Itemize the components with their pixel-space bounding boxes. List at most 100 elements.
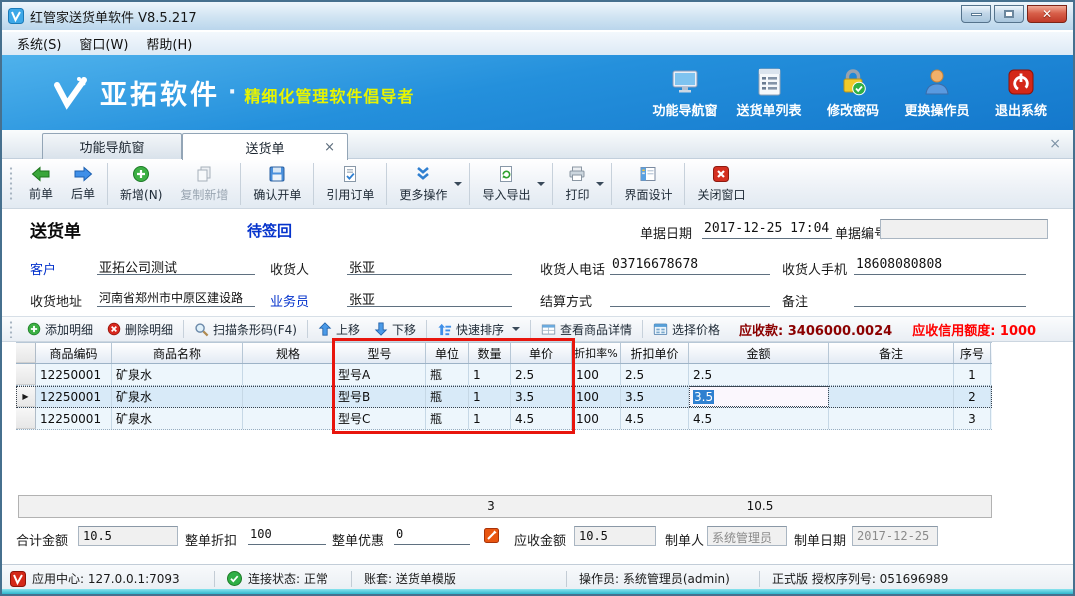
- row-marker[interactable]: [16, 364, 36, 385]
- more-actions-dropdown-icon[interactable]: [454, 182, 462, 186]
- delete-detail-button[interactable]: 删除明细: [100, 319, 180, 340]
- cell-price[interactable]: 4.5: [511, 408, 572, 429]
- tab-nav-window[interactable]: 功能导航窗: [42, 133, 182, 159]
- ui-design-button[interactable]: 界面设计: [615, 163, 681, 205]
- import-export-button[interactable]: 导入导出: [473, 163, 539, 205]
- cell-spec[interactable]: [243, 364, 334, 385]
- cell-qty[interactable]: 1: [469, 386, 511, 407]
- cell-unit[interactable]: 瓶: [426, 364, 469, 385]
- cell-code[interactable]: 12250001: [36, 408, 112, 429]
- cell-discount-rate[interactable]: 100: [572, 408, 621, 429]
- view-product-detail-button[interactable]: 查看商品详情: [534, 319, 639, 340]
- col-header-amount[interactable]: 金额: [689, 343, 829, 363]
- remark-field[interactable]: [854, 287, 1026, 307]
- menu-system[interactable]: 系统(S): [8, 32, 70, 55]
- cell-unit[interactable]: 瓶: [426, 386, 469, 407]
- cell-model[interactable]: 型号B: [334, 386, 426, 407]
- settlement-field[interactable]: [610, 287, 770, 307]
- address-field[interactable]: 河南省郑州市中原区建设路: [97, 287, 255, 307]
- cell-model[interactable]: 型号C: [334, 408, 426, 429]
- cell-qty[interactable]: 1: [469, 408, 511, 429]
- cell-remark[interactable]: [829, 408, 954, 429]
- cell-amount[interactable]: 2.5: [689, 364, 829, 385]
- salesman-label[interactable]: 业务员: [270, 291, 309, 310]
- menu-help[interactable]: 帮助(H): [137, 32, 201, 55]
- menu-window[interactable]: 窗口(W): [70, 32, 137, 55]
- close-all-tabs-icon[interactable]: ×: [1049, 136, 1061, 152]
- doc-date-field[interactable]: 2017-12-25 17:04: [702, 219, 832, 239]
- table-row-selected[interactable]: ▶ 12250001 矿泉水 型号B 瓶 1 3.5 100 3.5 3.5 2: [16, 386, 992, 408]
- promo-edit-icon[interactable]: [484, 528, 499, 543]
- row-marker-current[interactable]: ▶: [16, 386, 36, 407]
- cell-seq[interactable]: 1: [954, 364, 991, 385]
- cell-name[interactable]: 矿泉水: [112, 408, 243, 429]
- close-button[interactable]: ✕: [1027, 5, 1067, 23]
- exit-system-button[interactable]: 退出系统: [979, 67, 1063, 119]
- col-header-remark[interactable]: 备注: [829, 343, 954, 363]
- col-header-code[interactable]: 商品编码: [36, 343, 112, 363]
- cell-remark[interactable]: [829, 386, 954, 407]
- cell-name[interactable]: 矿泉水: [112, 364, 243, 385]
- col-header-spec[interactable]: 规格: [243, 343, 334, 363]
- cell-amount-editing[interactable]: 3.5: [689, 386, 829, 407]
- maximize-button[interactable]: [994, 5, 1024, 23]
- col-header-discount-price[interactable]: 折扣单价: [621, 343, 689, 363]
- move-up-button[interactable]: 上移: [311, 319, 367, 340]
- cell-price[interactable]: 2.5: [511, 364, 572, 385]
- mobile-field[interactable]: 18608080808: [854, 255, 1026, 275]
- minimize-button[interactable]: [961, 5, 991, 23]
- cell-discount-price[interactable]: 2.5: [621, 364, 689, 385]
- select-price-button[interactable]: 选择价格: [646, 319, 727, 340]
- col-header-model[interactable]: 型号: [334, 343, 426, 363]
- col-header-qty[interactable]: 数量: [469, 343, 511, 363]
- col-header-seq[interactable]: 序号: [954, 343, 991, 363]
- prev-doc-button[interactable]: 前单: [20, 164, 62, 204]
- tab-close-icon[interactable]: ×: [324, 140, 335, 155]
- row-marker[interactable]: [16, 408, 36, 429]
- confirm-bill-button[interactable]: 确认开单: [244, 163, 310, 205]
- cell-code[interactable]: 12250001: [36, 364, 112, 385]
- cell-name[interactable]: 矿泉水: [112, 386, 243, 407]
- next-doc-button[interactable]: 后单: [62, 164, 104, 204]
- whole-discount-field[interactable]: 100: [248, 525, 326, 545]
- customer-label[interactable]: 客户: [30, 259, 56, 278]
- cell-code[interactable]: 12250001: [36, 386, 112, 407]
- cell-remark[interactable]: [829, 364, 954, 385]
- cell-unit[interactable]: 瓶: [426, 408, 469, 429]
- import-export-dropdown-icon[interactable]: [537, 182, 545, 186]
- move-down-button[interactable]: 下移: [367, 319, 423, 340]
- print-dropdown-icon[interactable]: [596, 182, 604, 186]
- switch-operator-button[interactable]: 更换操作员: [895, 67, 979, 119]
- quick-sort-button[interactable]: 快速排序: [430, 319, 527, 340]
- print-button[interactable]: 打印: [556, 163, 598, 205]
- col-header-discount-rate[interactable]: 折扣率%: [572, 343, 621, 363]
- cell-spec[interactable]: [243, 386, 334, 407]
- cell-discount-price[interactable]: 4.5: [621, 408, 689, 429]
- cell-qty[interactable]: 1: [469, 364, 511, 385]
- cell-discount-rate[interactable]: 100: [572, 386, 621, 407]
- cell-discount-rate[interactable]: 100: [572, 364, 621, 385]
- cell-amount[interactable]: 4.5: [689, 408, 829, 429]
- table-row[interactable]: 12250001 矿泉水 型号A 瓶 1 2.5 100 2.5 2.5 1: [16, 364, 992, 386]
- cell-price[interactable]: 3.5: [511, 386, 572, 407]
- col-header-name[interactable]: 商品名称: [112, 343, 243, 363]
- cell-spec[interactable]: [243, 408, 334, 429]
- more-actions-button[interactable]: 更多操作: [390, 163, 456, 205]
- new-button[interactable]: 新增(N): [111, 163, 171, 205]
- col-header-unit[interactable]: 单位: [426, 343, 469, 363]
- customer-field[interactable]: 亚拓公司测试: [97, 255, 255, 275]
- close-window-button[interactable]: 关闭窗口: [688, 163, 754, 205]
- table-row[interactable]: 12250001 矿泉水 型号C 瓶 1 4.5 100 4.5 4.5 3: [16, 408, 992, 430]
- whole-promo-field[interactable]: 0: [394, 525, 470, 545]
- receiver-field[interactable]: 张亚: [347, 255, 512, 275]
- add-detail-button[interactable]: 添加明细: [20, 319, 100, 340]
- salesman-field[interactable]: 张亚: [347, 287, 512, 307]
- copy-new-button[interactable]: 复制新增: [171, 163, 237, 205]
- tab-delivery-note[interactable]: 送货单 ×: [182, 133, 348, 160]
- change-password-button[interactable]: 修改密码: [811, 67, 895, 119]
- cell-seq[interactable]: 3: [954, 408, 991, 429]
- phone-field[interactable]: 03716678678: [610, 255, 770, 275]
- quote-order-button[interactable]: 引用订单: [317, 163, 383, 205]
- col-header-price[interactable]: 单价: [511, 343, 572, 363]
- cell-discount-price[interactable]: 3.5: [621, 386, 689, 407]
